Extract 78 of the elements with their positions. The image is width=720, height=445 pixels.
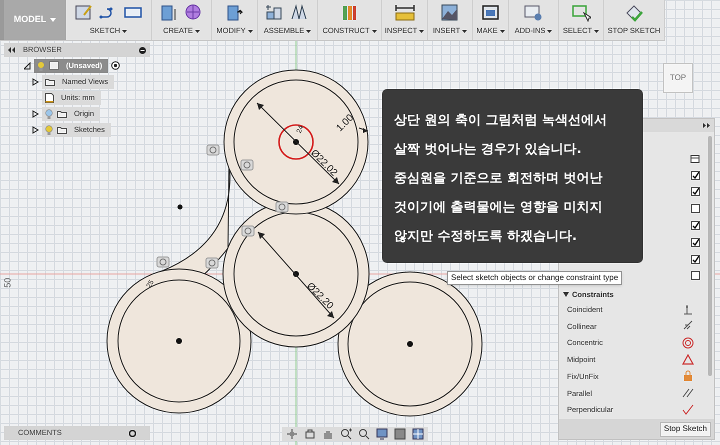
view-tool-icon xyxy=(304,428,316,440)
view-tool-icon xyxy=(376,428,388,440)
checkbox[interactable] xyxy=(691,271,700,280)
sketch-point xyxy=(178,204,182,210)
checkmark-icon xyxy=(692,188,699,196)
checkmark-icon xyxy=(692,238,699,246)
view-tool-button[interactable] xyxy=(286,428,298,440)
toolbar-tool-icon xyxy=(74,3,94,22)
toolbar-tool-icon xyxy=(394,3,414,22)
constraint-icon xyxy=(682,387,694,400)
caret-icon xyxy=(248,30,253,32)
view-tool-icon xyxy=(286,428,298,440)
view-tool-icon xyxy=(340,428,352,440)
toolbar-tool-icon xyxy=(571,3,591,22)
stop-sketch-button[interactable]: Stop Sketch xyxy=(660,422,711,436)
scrollbar-thumb[interactable] xyxy=(708,136,712,376)
checkbox[interactable] xyxy=(691,254,700,264)
constraint-glyph-icon xyxy=(242,226,254,236)
view-tool-icon xyxy=(394,428,406,440)
constraint-icon xyxy=(682,304,694,316)
caret-icon xyxy=(50,18,56,22)
constraint-icon xyxy=(682,354,694,366)
view-tool-button[interactable] xyxy=(304,428,316,440)
constraint-icon xyxy=(682,337,694,350)
caret-icon xyxy=(563,292,569,297)
checkmark-icon xyxy=(692,256,699,263)
pin-icon xyxy=(129,430,136,436)
toolbar-tool-icon xyxy=(524,3,544,22)
checkmark-icon xyxy=(692,222,699,230)
caret-icon xyxy=(372,30,377,32)
viewcube[interactable]: TOP xyxy=(663,63,693,93)
caret-icon xyxy=(547,30,552,32)
view-tool-button[interactable] xyxy=(322,428,334,440)
constraint-glyph-icon xyxy=(240,160,254,170)
view-tool-button[interactable] xyxy=(358,428,370,440)
checkbox[interactable] xyxy=(691,204,700,214)
constraint-icon xyxy=(682,404,694,416)
activate-radio-icon xyxy=(111,61,120,70)
constraint-glyph-icon xyxy=(276,202,288,212)
constraint-glyph-icon xyxy=(206,144,220,156)
constraint-icon xyxy=(682,370,694,382)
lightbulb-icon xyxy=(37,60,45,70)
checkmark-icon xyxy=(692,172,699,179)
caret-icon xyxy=(194,30,200,32)
caret-icon xyxy=(594,30,600,32)
view-tool-icon xyxy=(322,428,334,440)
component-icon xyxy=(49,61,59,70)
toolbar-tool-icon xyxy=(440,3,460,22)
checkbox[interactable] xyxy=(691,238,700,247)
collapse-icon xyxy=(8,47,15,53)
folder-icon xyxy=(45,78,55,86)
constraint-glyph-icon xyxy=(156,256,170,268)
caret-icon xyxy=(122,30,128,32)
toolbar-tool-icon xyxy=(224,3,244,22)
checkbox[interactable] xyxy=(691,170,700,180)
checkbox[interactable] xyxy=(691,187,700,196)
toolbar-tool-icon xyxy=(480,3,500,22)
tooltip: Select sketch objects or change constraint type xyxy=(447,271,622,285)
look-at-icon xyxy=(690,154,700,163)
caret-icon xyxy=(500,30,505,32)
view-tool-button[interactable] xyxy=(376,428,388,440)
constraint-glyph-icon xyxy=(206,258,218,268)
document-icon xyxy=(45,92,54,102)
toolbar-tool-icon xyxy=(624,3,644,22)
view-tool-button[interactable] xyxy=(340,428,352,440)
expand-icon xyxy=(703,123,710,128)
annotation-note: 상단 원의 축이 그림처럼 녹색선에서 살짝 벗어나는 경우가 있습니다. 중심원을 기준으로 회전하며 벗어난 것이기에 출력물에는 영향을 미치지 않지만 수정하도록 하겠습니다. xyxy=(382,89,643,263)
pin-icon xyxy=(139,46,146,54)
axis-label: 50 xyxy=(1,278,14,288)
caret-icon xyxy=(462,30,468,32)
dimension-arrow xyxy=(358,128,368,133)
view-tool-button[interactable] xyxy=(412,428,424,440)
checkbox[interactable] xyxy=(691,221,700,230)
view-tool-icon xyxy=(412,428,424,440)
view-tool-button[interactable] xyxy=(394,428,406,440)
caret-icon xyxy=(419,30,424,32)
view-tool-icon xyxy=(358,428,370,440)
caret-icon xyxy=(306,30,312,32)
